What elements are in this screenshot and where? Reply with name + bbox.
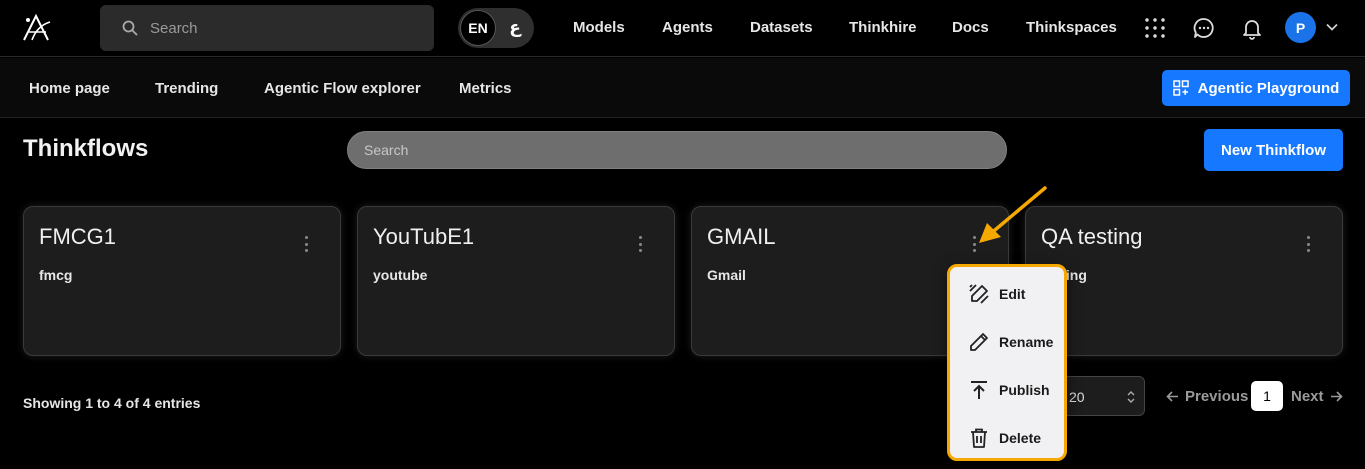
subnav-metrics[interactable]: Metrics — [459, 80, 512, 97]
subnav-agentic-flow-explorer[interactable]: Agentic Flow explorer — [264, 80, 421, 97]
nav-datasets[interactable]: Datasets — [750, 19, 813, 36]
card-title: GMAIL — [707, 224, 776, 249]
nav-models[interactable]: Models — [573, 19, 625, 36]
subnav-home-page[interactable]: Home page — [29, 80, 110, 97]
brand-logo-icon[interactable] — [20, 12, 54, 44]
thinkflow-search-box[interactable] — [347, 131, 1007, 169]
language-toggle[interactable]: EN ع — [458, 8, 534, 48]
playground-grid-icon — [1172, 80, 1189, 96]
arrow-right-icon — [1330, 391, 1343, 402]
card-title: QA testing — [1041, 224, 1143, 249]
nav-agents[interactable]: Agents — [662, 19, 713, 36]
kebab-menu-icon[interactable] — [1304, 234, 1312, 254]
menu-item-rename[interactable]: Rename — [950, 322, 1064, 362]
global-search-input[interactable] — [150, 19, 410, 37]
lang-en-option[interactable]: EN — [460, 10, 496, 46]
next-page-button[interactable]: Next — [1291, 388, 1343, 405]
page-size-select[interactable]: 20 — [1060, 376, 1145, 416]
search-icon — [122, 20, 138, 36]
subnav-trending[interactable]: Trending — [155, 80, 218, 97]
menu-item-publish[interactable]: Publish — [950, 370, 1064, 410]
chevron-down-icon[interactable] — [1325, 20, 1339, 34]
apps-grid-icon[interactable] — [1143, 16, 1167, 40]
thinkflow-card[interactable]: FMCG1 fmcg — [23, 206, 341, 356]
kebab-menu-icon[interactable] — [302, 234, 310, 254]
menu-item-label: Edit — [999, 286, 1026, 302]
trash-icon — [971, 428, 987, 448]
edit-pen-lines-icon — [969, 284, 989, 304]
card-context-menu: Edit Rename Publish Delete — [947, 264, 1067, 461]
pencil-icon — [970, 333, 988, 351]
card-title: YouTubE1 — [373, 224, 475, 249]
page-title: Thinkflows — [23, 135, 149, 162]
new-thinkflow-button[interactable]: New Thinkflow — [1204, 129, 1343, 171]
next-label: Next — [1291, 388, 1324, 405]
menu-item-delete[interactable]: Delete — [950, 418, 1064, 458]
upload-icon — [971, 381, 987, 399]
thinkflow-card[interactable]: QA testing testing — [1025, 206, 1343, 356]
previous-page-button[interactable]: Previous — [1166, 388, 1248, 405]
thinkflow-card[interactable]: YouTubE1 youtube — [357, 206, 675, 356]
menu-item-label: Delete — [999, 430, 1042, 446]
arrow-left-icon — [1166, 391, 1178, 402]
select-updown-icon — [1127, 391, 1135, 403]
page-size-value: 20 — [1069, 389, 1085, 405]
menu-item-label: Rename — [999, 334, 1054, 350]
nav-thinkspaces[interactable]: Thinkspaces — [1026, 19, 1117, 36]
bell-icon[interactable] — [1240, 16, 1264, 40]
page-number-current[interactable]: 1 — [1251, 381, 1283, 411]
lang-ar-option[interactable]: ع — [502, 8, 528, 48]
card-description: youtube — [373, 267, 428, 283]
agentic-playground-label: Agentic Playground — [1197, 79, 1340, 97]
thinkflow-search-input[interactable] — [348, 132, 1006, 168]
entries-summary: Showing 1 to 4 of 4 entries — [23, 395, 201, 411]
top-navbar: EN ع Models Agents Datasets Thinkhire Do… — [0, 0, 1365, 57]
card-title: FMCG1 — [39, 224, 116, 249]
chat-icon[interactable] — [1192, 16, 1216, 40]
nav-thinkhire[interactable]: Thinkhire — [849, 19, 917, 36]
kebab-menu-icon[interactable] — [636, 234, 644, 254]
card-description: fmcg — [39, 267, 73, 283]
sub-navbar: Home page Trending Agentic Flow explorer… — [0, 58, 1365, 118]
menu-item-edit[interactable]: Edit — [950, 274, 1064, 314]
card-description: Gmail — [707, 267, 746, 283]
agentic-playground-button[interactable]: Agentic Playground — [1162, 70, 1350, 106]
kebab-menu-icon[interactable] — [970, 234, 978, 254]
previous-label: Previous — [1185, 388, 1249, 405]
user-avatar[interactable]: P — [1285, 12, 1316, 43]
menu-item-label: Publish — [999, 382, 1050, 398]
nav-docs[interactable]: Docs — [952, 19, 989, 36]
global-search-box[interactable] — [100, 5, 434, 51]
